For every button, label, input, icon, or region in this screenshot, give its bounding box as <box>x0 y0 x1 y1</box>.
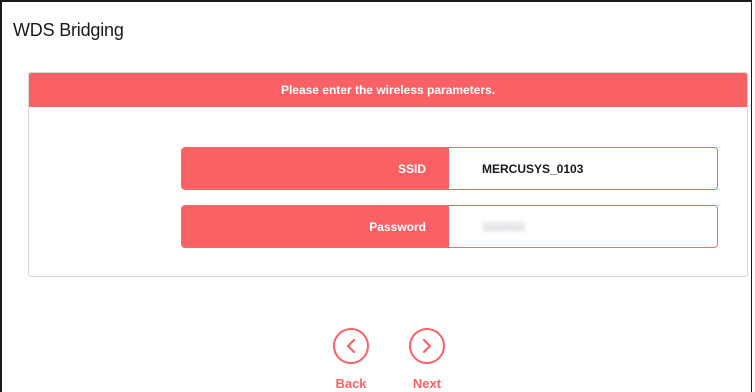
chevron-left-icon[interactable] <box>333 328 369 364</box>
page-title: WDS Bridging <box>13 20 124 40</box>
password-input[interactable]: 11111111 <box>449 206 717 247</box>
ssid-field: SSID MERCUSYS_0103 <box>181 147 718 190</box>
back-button[interactable]: Back <box>331 328 371 391</box>
ssid-label: SSID <box>182 148 449 189</box>
password-masked-value: 11111111 <box>482 220 526 233</box>
chevron-right-icon[interactable] <box>409 328 445 364</box>
password-field: Password 11111111 <box>181 205 718 248</box>
next-label[interactable]: Next <box>413 376 441 391</box>
panel-header: Please enter the wireless parameters. <box>29 73 747 107</box>
wireless-parameters-panel: Please enter the wireless parameters. SS… <box>28 72 748 277</box>
password-label: Password <box>182 206 449 247</box>
app-frame: WDS Bridging Please enter the wireless p… <box>0 0 752 392</box>
back-label[interactable]: Back <box>335 376 366 391</box>
ssid-input[interactable]: MERCUSYS_0103 <box>449 148 717 189</box>
next-button[interactable]: Next <box>407 328 447 391</box>
